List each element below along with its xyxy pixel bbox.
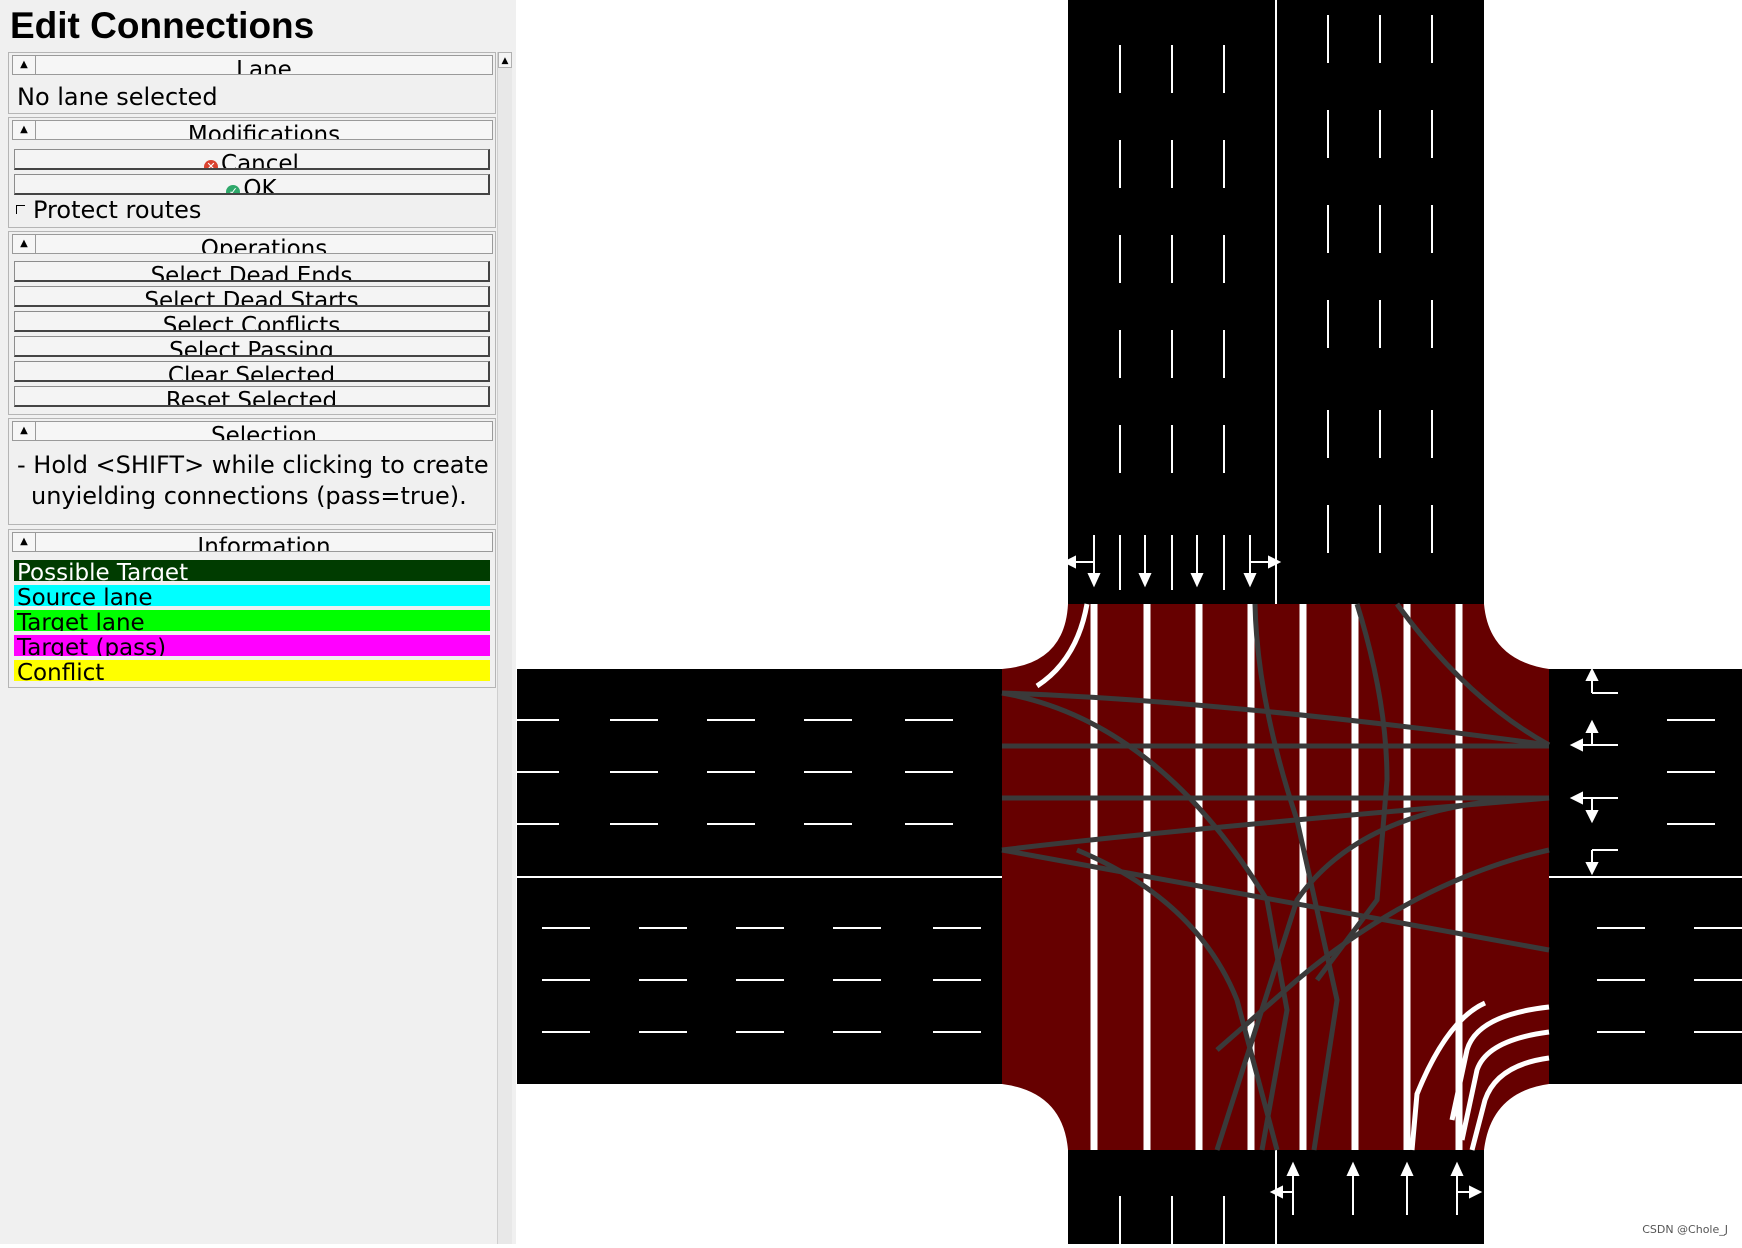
lane-group-title[interactable]: Lane xyxy=(35,55,493,75)
selection-group: ▲ Selection - Hold <SHIFT> while clickin… xyxy=(8,418,496,525)
information-group: ▲ Information Possible Target Source lan… xyxy=(8,529,496,688)
protect-routes-checkbox[interactable] xyxy=(16,205,25,214)
selection-collapse-button[interactable]: ▲ xyxy=(12,421,36,441)
selection-group-header: ▲ Selection xyxy=(9,419,495,441)
legend-source-lane: Source lane xyxy=(14,585,490,606)
select-dead-ends-button[interactable]: Select Dead Ends xyxy=(14,261,490,282)
select-passing-button[interactable]: Select Passing xyxy=(14,336,490,357)
lane-group: ▲ Lane No lane selected xyxy=(8,52,496,114)
operations-collapse-button[interactable]: ▲ xyxy=(12,234,36,254)
protect-routes-label[interactable]: Protect routes xyxy=(33,196,201,224)
selection-hint-line-1: - Hold <SHIFT> while clicking to create xyxy=(17,451,489,479)
clear-selected-button[interactable]: Clear Selected xyxy=(14,361,490,382)
panel-scrollbar[interactable]: ▲ xyxy=(497,52,512,1244)
legend-possible-target: Possible Target xyxy=(14,560,490,581)
modifications-group-title[interactable]: Modifications xyxy=(35,120,493,140)
network-canvas[interactable]: CSDN @Chole_J xyxy=(517,0,1742,1244)
legend-target-pass: Target (pass) xyxy=(14,635,490,656)
watermark: CSDN @Chole_J xyxy=(1642,1223,1728,1236)
legend-target-lane: Target lane xyxy=(14,610,490,631)
selection-group-title[interactable]: Selection xyxy=(35,421,493,441)
select-conflicts-button[interactable]: Select Conflicts xyxy=(14,311,490,332)
information-group-header: ▲ Information xyxy=(9,530,495,552)
ok-button[interactable]: ✓ OK xyxy=(14,174,490,195)
selection-hint-line-2: unyielding connections (pass=true). xyxy=(31,482,467,510)
lane-group-header: ▲ Lane xyxy=(9,53,495,75)
side-panel: Edit Connections ▲ Lane No lane selected… xyxy=(0,0,516,1244)
select-dead-starts-button[interactable]: Select Dead Starts xyxy=(14,286,490,307)
ok-button-label: OK xyxy=(243,176,277,195)
cancel-button-label: Cancel xyxy=(221,151,299,170)
lane-status: No lane selected xyxy=(17,83,218,111)
cancel-button[interactable]: ✕ Cancel xyxy=(14,149,490,170)
information-group-title[interactable]: Information xyxy=(35,532,493,552)
legend-conflict: Conflict xyxy=(14,660,490,681)
information-collapse-button[interactable]: ▲ xyxy=(12,532,36,552)
cancel-icon: ✕ xyxy=(204,160,219,168)
modifications-group: ▲ Modifications ✕ Cancel ✓ OK Protect rout… xyxy=(8,117,496,228)
panel-title: Edit Connections xyxy=(10,5,315,46)
operations-group-header: ▲ Operations xyxy=(9,232,495,254)
reset-selected-button[interactable]: Reset Selected xyxy=(14,386,490,407)
modifications-collapse-button[interactable]: ▲ xyxy=(12,120,36,140)
scroll-up-arrow-icon[interactable]: ▲ xyxy=(498,52,512,68)
network-view[interactable] xyxy=(517,0,1742,1244)
operations-group-title[interactable]: Operations xyxy=(35,234,493,254)
lane-collapse-button[interactable]: ▲ xyxy=(12,55,36,75)
modifications-group-header: ▲ Modifications xyxy=(9,118,495,140)
check-icon: ✓ xyxy=(226,185,241,193)
operations-group: ▲ Operations Select Dead Ends Select Dea… xyxy=(8,231,496,415)
